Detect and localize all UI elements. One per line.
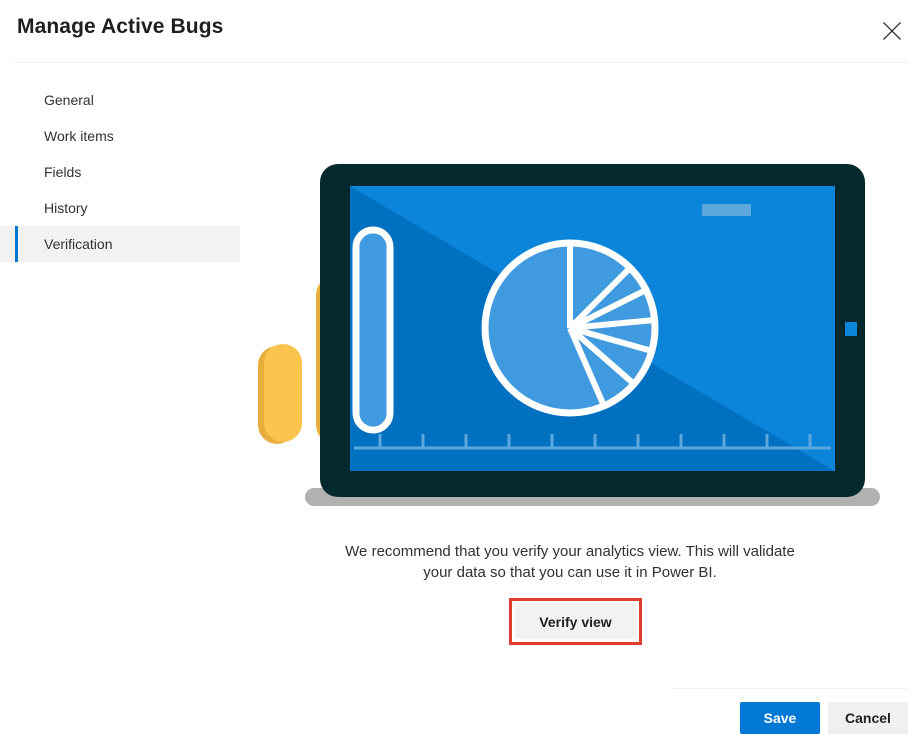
sidebar-item-label: General [44,92,94,108]
header-divider [14,62,908,63]
settings-sidebar-nav: General Work items Fields History Verifi… [0,82,240,262]
vertical-bar-indicator [352,226,394,434]
sidebar-item-label: Verification [44,236,113,252]
illustration-svg [258,164,880,506]
verify-view-button[interactable]: Verify view [515,604,636,639]
footer-divider [672,688,908,689]
save-button[interactable]: Save [740,702,820,734]
sidebar-item-label: Fields [44,164,82,180]
sidebar-item-label: Work items [44,128,114,144]
dialog-header: Manage Active Bugs [0,0,922,62]
manage-active-bugs-dialog: Manage Active Bugs General Work items Fi… [0,0,922,751]
device-side-button [845,322,857,336]
screen-badge [702,204,751,216]
footer-actions: Save Cancel [740,702,908,734]
sidebar-item-label: History [44,200,88,216]
sidebar-item-history[interactable]: History [0,190,240,226]
sidebar-item-general[interactable]: General [0,82,240,118]
sidebar-item-fields[interactable]: Fields [0,154,240,190]
sidebar-item-verification[interactable]: Verification [0,226,240,262]
close-button[interactable] [874,13,910,49]
sidebar-item-work-items[interactable]: Work items [0,118,240,154]
pie-chart [481,239,659,417]
analytics-dashboard-illustration [250,160,910,510]
page-title: Manage Active Bugs [17,15,224,38]
close-icon [883,22,901,40]
device-screen [350,186,835,471]
verification-recommendation-text: We recommend that you verify your analyt… [345,543,795,581]
cancel-button[interactable]: Cancel [828,702,908,734]
